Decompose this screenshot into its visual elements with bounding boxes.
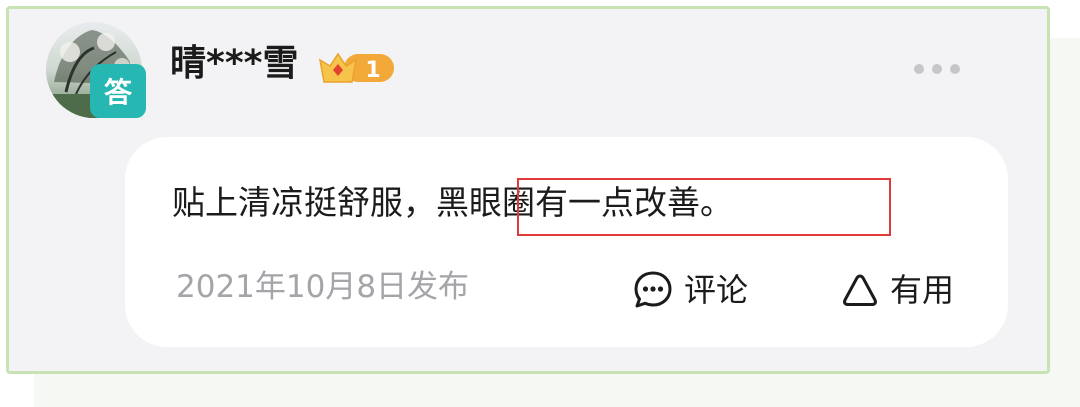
more-dots-icon[interactable]: [914, 62, 966, 76]
username[interactable]: 晴***雪: [170, 46, 298, 82]
crown-level-icon: 1: [318, 48, 398, 88]
triangle-useful-icon: [843, 274, 877, 306]
comment-label: 评论: [684, 271, 749, 309]
highlight-box: [517, 178, 891, 236]
comment-bubble-icon: [634, 271, 672, 308]
dot-icon: [950, 64, 960, 74]
dot-icon: [914, 64, 924, 74]
comment-text-part1: 贴上清凉挺舒服，: [172, 183, 436, 222]
dot-icon: [932, 64, 942, 74]
post-date: 2021年10月8日发布: [176, 269, 470, 305]
useful-label: 有用: [890, 271, 955, 309]
answer-badge: 答: [90, 64, 146, 118]
comment-button[interactable]: 评论: [632, 268, 748, 312]
comment-card: [125, 137, 1008, 347]
level-number: 1: [365, 58, 380, 83]
useful-button[interactable]: 有用: [840, 268, 954, 312]
